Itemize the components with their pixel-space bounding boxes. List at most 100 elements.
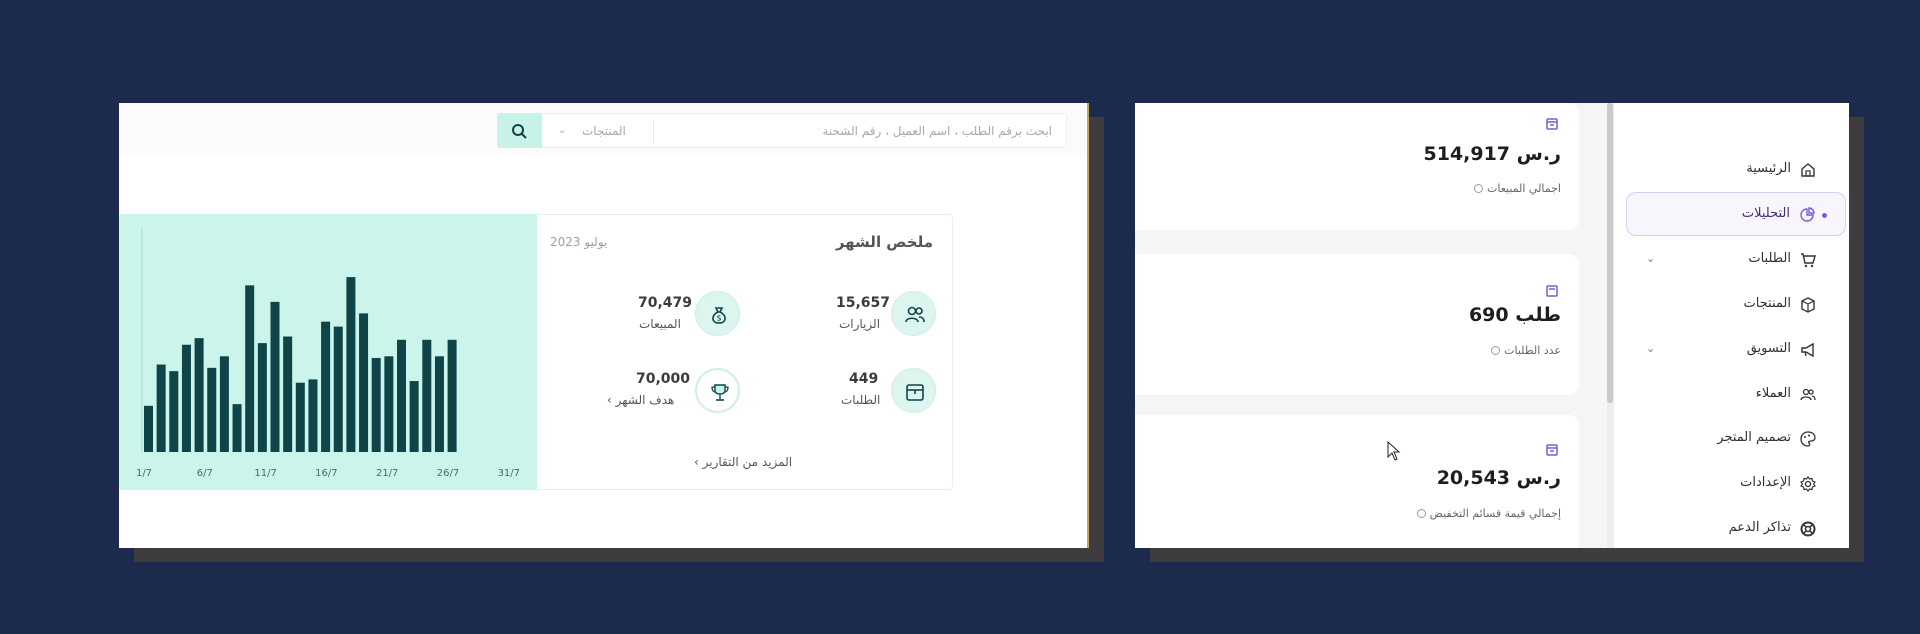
chart-bar — [295, 382, 305, 452]
card-label: إجمالي قيمة قسائم التخفيض — [1416, 507, 1561, 520]
sales-label: المبيعات — [639, 317, 681, 331]
analytics-panel: 514,917 ر.س اجمالي المبيعات 690 طلب عدد … — [1135, 103, 1849, 548]
orders-value: 449 — [849, 371, 879, 387]
chevron-left-icon: ‹ — [694, 455, 703, 469]
chart-x-tick: 26/7 — [437, 468, 459, 479]
chart-bar — [270, 301, 280, 452]
sidebar-item-store-design[interactable]: تصميم المتجر — [1626, 417, 1846, 461]
chart-bar — [384, 356, 394, 452]
chevron-down-icon[interactable]: ⌄ — [1646, 342, 1655, 355]
stat-card: 20,543 ر.س إجمالي قيمة قسائم التخفيض — [1135, 415, 1579, 548]
chart-bar — [422, 339, 432, 452]
chart-bar — [434, 356, 444, 452]
chart-bar — [257, 343, 267, 452]
search-input[interactable]: ابحث برقم الطلب ، اسم العميل ، رقم الشحن… — [497, 113, 1067, 148]
stat-card: 514,917 ر.س اجمالي المبيعات — [1135, 103, 1579, 230]
goal-label: هدف الشهر — [615, 393, 675, 407]
receipt-icon — [1546, 444, 1558, 456]
sales-bar-chart: 1/7 6/7 11/7 16/7 21/7 26/7 31/7 — [120, 214, 537, 490]
chart-x-tick: 11/7 — [254, 468, 276, 479]
chart-bar — [156, 364, 166, 452]
sidebar-item-customers[interactable]: العملاء — [1626, 373, 1846, 417]
sidebar-item-products[interactable]: المنتجات — [1626, 283, 1846, 327]
chart-bar — [447, 339, 457, 452]
chart-bar — [169, 371, 179, 452]
chart-bar — [308, 379, 318, 452]
chart-bar — [207, 367, 217, 452]
megaphone-icon — [1801, 342, 1814, 358]
card-label: اجمالي المبيعات — [1473, 182, 1561, 195]
palette-icon — [1800, 431, 1816, 447]
money-bag-icon: $ — [695, 291, 740, 336]
chevron-down-icon[interactable]: ⌄ — [1646, 252, 1655, 265]
chart-x-tick: 16/7 — [315, 468, 337, 479]
search-icon — [512, 124, 527, 139]
sidebar-item-label: المنتجات — [1743, 296, 1791, 311]
chart-bar — [283, 336, 293, 452]
sidebar-item-home[interactable]: الرئيسية — [1626, 148, 1846, 192]
chart-bar — [194, 338, 204, 452]
gear-icon — [1800, 476, 1816, 492]
orders-label: الطلبات — [841, 393, 881, 407]
dashboard-summary-panel: ابحث برقم الطلب ، اسم العميل ، رقم الشحن… — [119, 103, 1089, 548]
mouse-cursor-icon — [1387, 441, 1401, 461]
summary-title: ملخص الشهر — [835, 233, 933, 251]
chart-bar — [232, 404, 242, 452]
info-icon[interactable] — [1491, 346, 1501, 355]
sidebar-item-label: الطلبات — [1748, 251, 1791, 266]
search-placeholder: ابحث برقم الطلب ، اسم العميل ، رقم الشحن… — [822, 124, 1052, 138]
card-value: 20,543 ر.س — [1436, 467, 1561, 489]
pie-chart-icon — [1800, 207, 1815, 222]
home-icon — [1801, 163, 1815, 177]
chart-bar — [333, 326, 343, 452]
chart-bar — [397, 339, 406, 452]
sidebar-item-support-tickets[interactable]: تذاكر الدعم — [1626, 507, 1846, 548]
chart-bar — [346, 277, 356, 452]
users-icon — [891, 291, 936, 336]
info-icon[interactable] — [1416, 509, 1426, 518]
chart-bar — [181, 344, 191, 452]
sidebar-item-label: العملاء — [1755, 386, 1791, 401]
sidebar-nav: الرئيسية التحليلات الطلبات ⌄ المنتجات ال… — [1613, 103, 1849, 548]
sidebar-item-marketing[interactable]: التسويق ⌄ — [1626, 328, 1846, 372]
sidebar-item-settings[interactable]: الإعدادات — [1626, 462, 1846, 506]
sidebar-item-label: تصميم المتجر — [1717, 430, 1791, 445]
sidebar-item-label: التحليلات — [1741, 206, 1790, 221]
chart-bar — [144, 405, 153, 452]
box-icon — [891, 368, 936, 413]
trophy-icon — [695, 368, 740, 413]
chart-x-tick: 1/7 — [136, 468, 152, 479]
card-value: 514,917 ر.س — [1423, 143, 1561, 165]
more-reports-link[interactable]: ‹ المزيد من التقارير — [694, 455, 792, 469]
sidebar-item-analytics[interactable]: التحليلات — [1626, 192, 1846, 236]
info-icon[interactable] — [1473, 184, 1483, 193]
card-label: عدد الطلبات — [1491, 344, 1561, 357]
cart-icon — [1801, 253, 1816, 268]
chart-x-tick: 21/7 — [376, 468, 398, 479]
sidebar-item-label: التسويق — [1746, 341, 1791, 356]
sidebar-item-orders[interactable]: الطلبات ⌄ — [1626, 238, 1846, 282]
chevron-left-icon: ‹ — [607, 393, 616, 407]
stat-card: 690 طلب عدد الطلبات — [1135, 254, 1579, 395]
search-divider — [653, 120, 654, 143]
chevron-down-icon[interactable]: ⌄ — [558, 125, 566, 136]
chart-bar — [371, 357, 381, 452]
chart-x-tick: 31/7 — [498, 468, 520, 479]
goal-link[interactable]: ‹ هدف الشهر — [607, 393, 674, 407]
summary-date: يوليو 2023 — [550, 235, 608, 249]
sidebar-item-label: الرئيسية — [1746, 161, 1791, 176]
visits-value: 15,657 — [836, 295, 891, 311]
search-button[interactable] — [497, 113, 542, 148]
goal-value: 70,000 — [636, 371, 691, 387]
top-search-bar: ابحث برقم الطلب ، اسم العميل ، رقم الشحن… — [119, 103, 1087, 155]
chart-x-tick: 6/7 — [197, 468, 213, 479]
sidebar-item-label: تذاكر الدعم — [1728, 520, 1791, 535]
chart-bar — [321, 321, 331, 452]
receipt-icon — [1546, 118, 1558, 130]
sales-value: 70,479 — [638, 295, 693, 311]
visits-label: الزيارات — [839, 317, 881, 331]
category-select[interactable]: المنتجات — [582, 124, 626, 138]
users-icon — [1800, 388, 1816, 401]
sidebar-item-label: الإعدادات — [1740, 475, 1791, 490]
box-icon — [1801, 297, 1815, 313]
